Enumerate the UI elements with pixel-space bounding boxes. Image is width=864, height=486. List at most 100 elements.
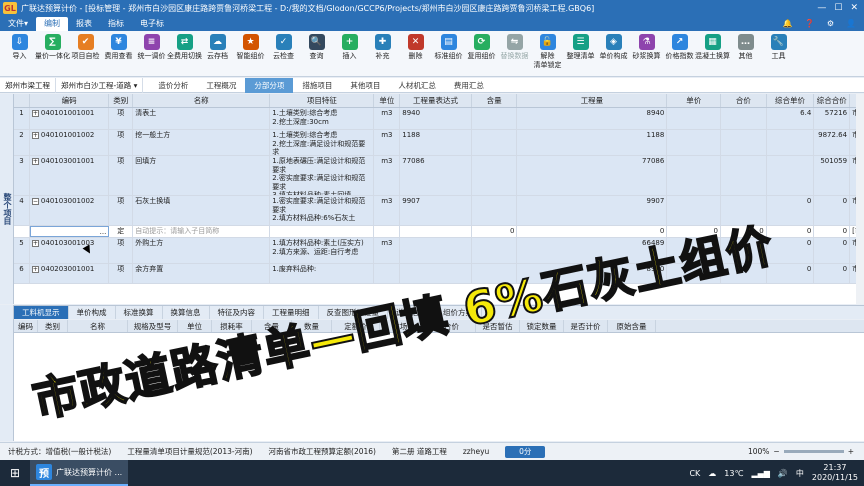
grid-cell-code[interactable]: +040203001001 <box>30 264 110 283</box>
expand-icon[interactable]: + <box>31 109 39 117</box>
tab-cost-analysis[interactable]: 造价分析 <box>149 78 197 93</box>
grid-cell-qty[interactable] <box>472 238 518 263</box>
ribbon-button-7[interactable]: ★ 智能组价 <box>235 31 266 61</box>
grid-col-header[interactable]: 单价 <box>667 94 722 107</box>
ribbon-button-16[interactable]: 🔓 解除 清单锁定 <box>532 31 563 70</box>
help-icon[interactable]: ❓ <box>805 17 815 31</box>
ribbon-button-3[interactable]: ¥ 费用查看 <box>103 31 134 61</box>
close-icon[interactable]: ✕ <box>850 3 858 13</box>
ribbon-button-14[interactable]: ⟳ 复用组价 <box>466 31 497 61</box>
ribbon-button-20[interactable]: ↗ 价格指数 <box>664 31 695 61</box>
grid-cell-amount[interactable]: 77086 <box>517 156 668 195</box>
breadcrumb-project[interactable]: 郑州市梁工程 <box>0 77 56 93</box>
grid-cell-cunit[interactable]: 0 <box>767 226 815 237</box>
settings-icon[interactable]: ⚙ <box>827 17 834 31</box>
grid-cell-no[interactable]: 2 <box>14 130 30 155</box>
ribbon-button-12[interactable]: ✕ 删除 <box>400 31 431 61</box>
grid-col-header[interactable]: 名称 <box>133 94 271 107</box>
grid-cell-name[interactable]: 外购土方 <box>133 238 271 263</box>
resource-col-header[interactable]: 编码 <box>14 320 38 332</box>
grid-cell-type[interactable]: 定 <box>109 226 134 237</box>
menu-ebid[interactable]: 电子标 <box>132 17 172 31</box>
grid-cell-unit[interactable]: m3 <box>374 130 401 155</box>
windows-start-icon[interactable]: ⊞ <box>0 460 30 486</box>
tab-items[interactable]: 分部分项 <box>245 77 294 93</box>
menu-edit[interactable]: 编制 <box>36 17 69 31</box>
table-row[interactable]: 1 +040101001001 项 清表土 1.土壤类别:综合考虑 2.挖土深度:30c… <box>14 108 864 130</box>
resource-col-header[interactable]: 类别 <box>38 320 68 332</box>
grid-cell-total[interactable] <box>721 108 767 129</box>
grid-cell-type[interactable]: 项 <box>109 264 134 283</box>
grid-cell-feature[interactable]: 1.原地表碾压:满足设计和规范要求 2.密实度要求:满足设计和规范要求 3.填方… <box>270 156 375 195</box>
grid-cell-no[interactable]: 4 <box>14 196 30 225</box>
grid-col-header[interactable]: 类别 <box>109 94 134 107</box>
grid-cell-unit[interactable]: m3 <box>374 238 401 263</box>
grid-cell-qty[interactable] <box>472 130 518 155</box>
grid-col-header[interactable]: 项目特征 <box>270 94 375 107</box>
lower-tab-1[interactable]: 单价构成 <box>69 306 116 319</box>
grid-cell-type[interactable]: 项 <box>109 108 134 129</box>
weather-icon[interactable]: ☁ <box>708 469 716 478</box>
grid-cell-ctotal[interactable]: 57216 <box>814 108 851 129</box>
ribbon-button-5[interactable]: ⇄ 全费用切换 <box>167 31 202 61</box>
grid-cell-unit[interactable]: m3 <box>374 156 401 195</box>
grid-col-header[interactable]: 综合合价 <box>814 94 851 107</box>
grid-cell-name[interactable]: 回填方 <box>133 156 271 195</box>
ribbon-button-21[interactable]: ▦ 混凝土换算 <box>695 31 730 61</box>
grid-cell-unit[interactable]: m3 <box>374 108 401 129</box>
grid-cell-price[interactable] <box>667 130 721 155</box>
table-row[interactable]: 2 +040101001002 项 挖一般土方 1.土壤类别:综合考虑 2.挖土深度:满… <box>14 130 864 156</box>
grid-cell-unit[interactable] <box>374 226 401 237</box>
tab-fee-summary[interactable]: 费用汇总 <box>445 78 493 93</box>
grid-cell-expr[interactable]: 77086 <box>400 156 472 195</box>
grid-cell-type[interactable]: 项 <box>109 196 134 225</box>
ribbon-button-1[interactable]: ∑ 量价一体化 <box>35 31 70 61</box>
ribbon-button-15[interactable]: ⇋ 替换数据 <box>499 31 530 61</box>
grid-cell-cunit[interactable]: 0 <box>767 196 815 225</box>
grid-col-header[interactable] <box>14 94 30 107</box>
ribbon-button-17[interactable]: ☰ 整理清单 <box>565 31 596 61</box>
grid-cell-code[interactable]: +040103001003 <box>30 238 110 263</box>
grid-cell-feature[interactable]: 1.填方材料品种:素土(压实方) 2.填方来源、运距:自行考虑 <box>270 238 375 263</box>
zoom-slider[interactable] <box>783 450 844 453</box>
grid-cell-ctotal[interactable]: 501059 <box>814 156 851 195</box>
ribbon-button-8[interactable]: ✓ 云检查 <box>268 31 299 61</box>
grid-cell-price[interactable] <box>667 156 721 195</box>
grid-cell-name[interactable]: 清表土 <box>133 108 271 129</box>
grid-cell-amount[interactable]: 8940 <box>517 108 668 129</box>
lower-tab-3[interactable]: 换算信息 <box>163 306 210 319</box>
grid-col-header[interactable]: 综合单价 <box>767 94 815 107</box>
grid-cell-feature[interactable] <box>270 226 375 237</box>
grid-cell-name[interactable]: 挖一般土方 <box>133 130 271 155</box>
grid-cell-cunit[interactable]: 6.4 <box>767 108 815 129</box>
grid-col-header[interactable]: 编码 <box>30 94 110 107</box>
grid-cell-code[interactable]: +040101001001 <box>30 108 110 129</box>
grid-scrollbar[interactable] <box>856 94 864 304</box>
expand-icon[interactable]: + <box>31 265 39 273</box>
ribbon-button-19[interactable]: ⚗ 砂浆换算 <box>631 31 662 61</box>
project-tree-toggle[interactable]: 整个项目 <box>0 94 14 304</box>
ribbon-button-11[interactable]: ✚ 补充 <box>367 31 398 61</box>
grid-cell-unit[interactable]: m3 <box>374 196 401 225</box>
grid-col-header[interactable]: 工程量 <box>517 94 668 107</box>
minimize-icon[interactable]: — <box>817 3 826 13</box>
grid-cell-feature[interactable]: 1.废弃料品种: <box>270 264 375 283</box>
ribbon-button-23[interactable]: 🔧 工具 <box>763 31 794 61</box>
grid-cell-qty[interactable] <box>472 108 518 129</box>
menu-file[interactable]: 文件▾ <box>0 17 36 31</box>
resource-col-header[interactable]: 规格及型号 <box>128 320 178 332</box>
grid-cell-name[interactable]: 自动提示：请输入子目简称 <box>133 226 271 237</box>
lower-tab-0[interactable]: 工料机显示 <box>14 306 69 319</box>
ribbon-button-22[interactable]: … 其他 <box>730 31 761 61</box>
grid-cell-no[interactable]: 5 <box>14 238 30 263</box>
grid-cell-expr[interactable]: 8940 <box>400 108 472 129</box>
grid-cell-type[interactable]: 项 <box>109 130 134 155</box>
tab-overview[interactable]: 工程概况 <box>197 78 245 93</box>
resource-col-header[interactable]: 名称 <box>68 320 128 332</box>
user-icon[interactable]: 👤 <box>846 17 856 31</box>
grid-cell-expr[interactable] <box>400 226 472 237</box>
grid-cell-feature[interactable]: 1.土壤类别:综合考虑 2.挖土深度:满足设计和规范要求 <box>270 130 375 155</box>
ribbon-button-2[interactable]: ✔ 项目自检 <box>70 31 101 61</box>
resource-col-header[interactable]: 是否计价 <box>564 320 608 332</box>
grid-cell-ctotal[interactable]: 0 <box>814 264 851 283</box>
